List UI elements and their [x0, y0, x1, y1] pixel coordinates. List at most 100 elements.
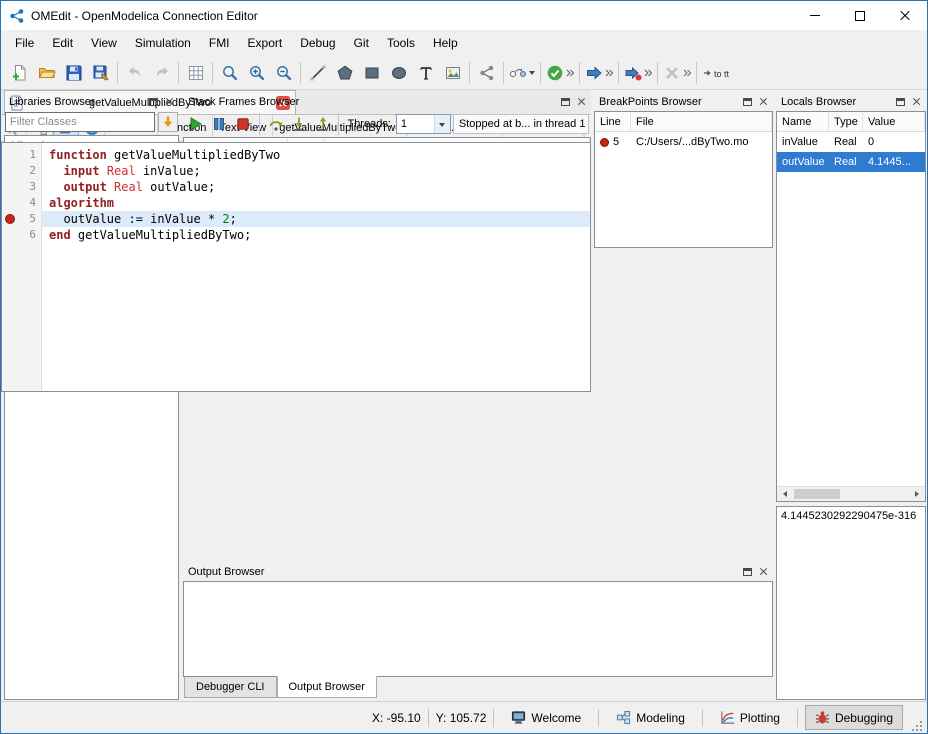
separator — [259, 113, 260, 135]
float-panel-button[interactable] — [145, 94, 161, 109]
float-panel-button[interactable] — [892, 94, 908, 109]
code-text[interactable]: algorithm — [42, 195, 590, 211]
bitmap-shape-button[interactable] — [439, 59, 466, 87]
float-icon — [896, 98, 905, 106]
scroll-right-button[interactable] — [910, 487, 925, 501]
step-return-button[interactable] — [312, 113, 334, 135]
stop-button[interactable] — [232, 113, 254, 135]
separator — [696, 62, 697, 84]
column-file[interactable]: File — [631, 112, 772, 131]
local-variable-row[interactable]: inValue Real 0 — [777, 132, 925, 152]
line-shape-button[interactable] — [304, 59, 331, 87]
orange-down-arrow-icon — [161, 115, 175, 129]
modeling-perspective-button[interactable]: Modeling — [606, 705, 695, 730]
float-panel-button[interactable] — [739, 564, 755, 579]
menu-debug[interactable]: Debug — [291, 31, 344, 55]
float-panel-button[interactable] — [557, 94, 573, 109]
filter-classes-input[interactable] — [5, 112, 155, 132]
menu-view[interactable]: View — [82, 31, 126, 55]
column-name[interactable]: Name — [777, 112, 829, 131]
rectangle-shape-button[interactable] — [358, 59, 385, 87]
plotting-perspective-button[interactable]: Plotting — [710, 705, 790, 730]
code-text[interactable]: output Real outValue; — [42, 179, 590, 195]
simulate-with-debugger-button[interactable] — [622, 59, 654, 87]
polygon-shape-button[interactable] — [331, 59, 358, 87]
resize-grip[interactable] — [911, 720, 924, 733]
close-button[interactable] — [882, 1, 927, 30]
local-variable-row-selected[interactable]: outValue Real 4.1445... — [777, 152, 925, 172]
scrollbar-thumb[interactable] — [794, 489, 840, 499]
scrollbar-track[interactable] — [792, 487, 910, 501]
separator — [469, 62, 470, 84]
close-panel-button[interactable] — [908, 94, 924, 109]
code-text[interactable]: input Real inValue; — [42, 163, 590, 179]
code-editor[interactable]: 1 function getValueMultipliedByTwo 2 inp… — [1, 142, 591, 392]
save-button[interactable] — [60, 59, 87, 87]
menu-simulation[interactable]: Simulation — [126, 31, 200, 55]
code-text[interactable]: end getValueMultipliedByTwo; — [42, 227, 590, 243]
zoom-out-button[interactable] — [270, 59, 297, 87]
breakpoint-margin[interactable] — [2, 163, 17, 179]
connect-mode-button[interactable] — [473, 59, 500, 87]
breakpoint-margin[interactable] — [2, 195, 17, 211]
step-over-button[interactable] — [265, 113, 287, 135]
redo-button[interactable] — [148, 59, 175, 87]
code-text[interactable]: outValue := inValue * 2; — [42, 211, 590, 227]
new-modelica-class-button[interactable] — [6, 59, 33, 87]
line-number: 4 — [17, 195, 42, 211]
save-as-button[interactable] — [87, 59, 114, 87]
code-text[interactable]: function getValueMultipliedByTwo — [42, 147, 590, 163]
close-panel-button[interactable] — [755, 564, 771, 579]
to-text-button[interactable]: to tt — [700, 59, 736, 87]
cancel-simulation-button[interactable] — [661, 59, 693, 87]
close-panel-button[interactable] — [755, 94, 771, 109]
close-panel-button[interactable] — [573, 94, 589, 109]
minimize-button[interactable] — [792, 1, 837, 30]
float-panel-button[interactable] — [739, 94, 755, 109]
menu-edit[interactable]: Edit — [43, 31, 82, 55]
variable-value: 0 — [863, 132, 925, 152]
menu-help[interactable]: Help — [424, 31, 467, 55]
ellipse-shape-button[interactable] — [385, 59, 412, 87]
simulate-button[interactable] — [583, 59, 615, 87]
threads-select[interactable]: 1 — [396, 114, 451, 134]
breakpoint-icon[interactable] — [5, 214, 15, 224]
debugging-perspective-button[interactable]: Debugging — [805, 705, 903, 730]
interrupt-button[interactable] — [209, 113, 231, 135]
omedit-window: OMEdit - OpenModelica Connection Editor … — [0, 0, 928, 734]
breakpoint-margin[interactable] — [2, 211, 17, 227]
column-line[interactable]: Line — [595, 112, 631, 131]
breakpoint-margin[interactable] — [2, 179, 17, 195]
close-panel-button[interactable] — [161, 94, 177, 109]
filter-options-button[interactable] — [158, 112, 178, 132]
combo-dropdown-button[interactable] — [434, 115, 450, 133]
welcome-perspective-button[interactable]: Welcome — [501, 705, 591, 730]
menu-file[interactable]: File — [6, 31, 43, 55]
column-value[interactable]: Value — [863, 112, 925, 131]
step-into-button[interactable] — [288, 113, 310, 135]
breakpoint-margin[interactable] — [2, 147, 17, 163]
line-number: 2 — [17, 163, 42, 179]
text-shape-button[interactable] — [412, 59, 439, 87]
menu-fmi[interactable]: FMI — [200, 31, 239, 55]
menu-export[interactable]: Export — [239, 31, 292, 55]
resume-button[interactable] — [185, 113, 207, 135]
scroll-left-button[interactable] — [777, 487, 792, 501]
transition-mode-button[interactable] — [507, 59, 537, 87]
toggle-grid-button[interactable] — [182, 59, 209, 87]
check-model-button[interactable] — [544, 59, 576, 87]
menu-tools[interactable]: Tools — [378, 31, 424, 55]
open-model-button[interactable] — [33, 59, 60, 87]
fit-to-diagram-button[interactable] — [216, 59, 243, 87]
maximize-button[interactable] — [837, 1, 882, 30]
undo-button[interactable] — [121, 59, 148, 87]
tab-output-browser[interactable]: Output Browser — [277, 676, 377, 698]
zoom-in-button[interactable] — [243, 59, 270, 87]
tab-debugger-cli[interactable]: Debugger CLI — [184, 677, 277, 698]
breakpoint-margin[interactable] — [2, 227, 17, 243]
column-type[interactable]: Type — [829, 112, 863, 131]
horizontal-scrollbar[interactable] — [777, 486, 925, 501]
y-coordinate-label: Y: 105.72 — [436, 711, 487, 725]
menu-git[interactable]: Git — [345, 31, 378, 55]
breakpoint-row[interactable]: 5 C:/Users/...dByTwo.mo — [595, 132, 772, 152]
